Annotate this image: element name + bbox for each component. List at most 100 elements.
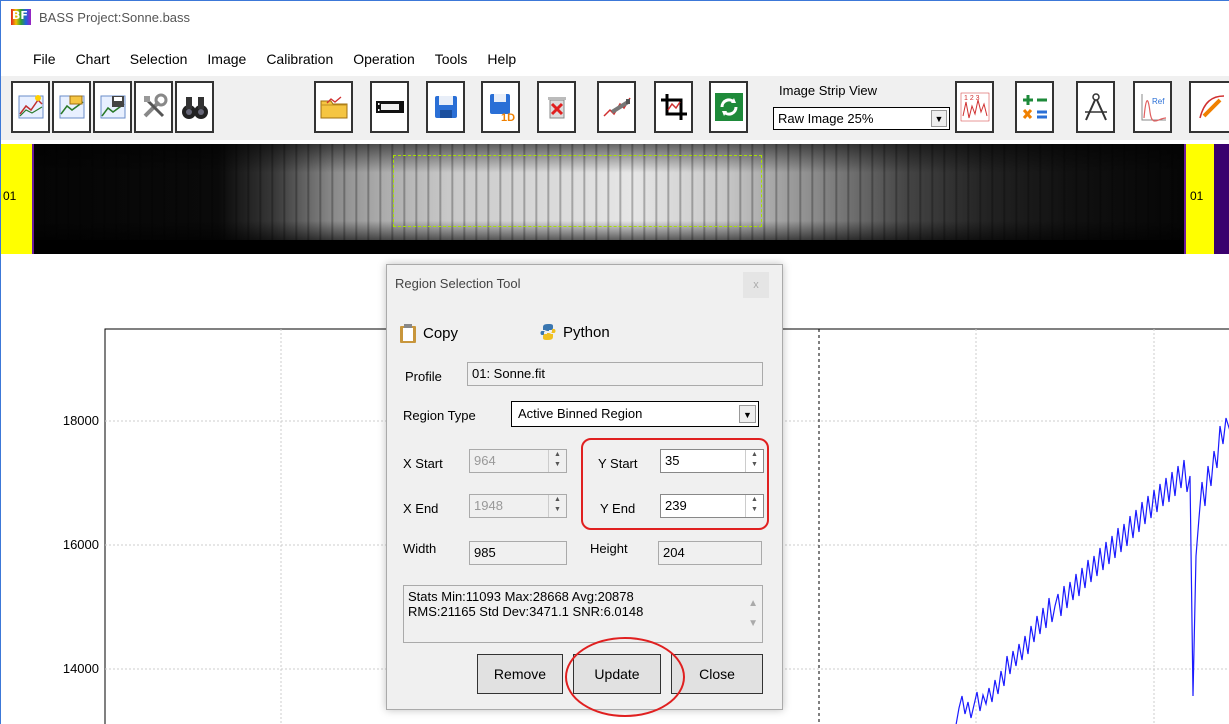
save-chart-icon: [100, 95, 125, 119]
menu-help[interactable]: Help: [477, 45, 526, 73]
reference-icon: Ref: [1141, 94, 1166, 122]
menu-selection[interactable]: Selection: [120, 45, 198, 73]
highlight-annotation: [581, 438, 769, 530]
open-chart-button[interactable]: [52, 81, 91, 133]
numbered-chart-icon: 1 2 3: [960, 92, 989, 122]
calculator-button[interactable]: [1015, 81, 1054, 133]
x-end-input[interactable]: 1948 ▲ ▼: [469, 494, 567, 518]
stats-line: Stats Min:11093 Max:28668 Avg:20878: [408, 589, 634, 604]
film-strip-button[interactable]: [370, 81, 409, 133]
selection-rectangle[interactable]: [393, 155, 762, 227]
python-label: Python: [563, 323, 610, 341]
python-icon: [540, 324, 556, 340]
close-icon: x: [753, 279, 759, 291]
new-chart-icon: [18, 95, 43, 119]
menu-bar: File Chart Selection Image Calibration O…: [1, 45, 1229, 73]
numbered-chart-button[interactable]: 1 2 3: [955, 81, 994, 133]
width-label: Width: [403, 541, 437, 556]
strip-marker-left: 01: [1, 144, 34, 254]
spinner-icon[interactable]: ▲ ▼: [548, 495, 566, 517]
y-tick-label: 18000: [63, 413, 99, 428]
x-start-label: X Start: [403, 456, 443, 471]
strip-marker-right: 01: [1184, 144, 1214, 254]
raw-image-strip[interactable]: [34, 144, 1184, 254]
delete-icon: [547, 97, 566, 119]
save-icon: [434, 96, 457, 118]
toolbar: 1D Image Strip View Raw Image 25% ▼ 1 2 …: [1, 76, 1229, 140]
profile-field: 01: Sonne.fit: [467, 362, 763, 386]
compass-button[interactable]: [1076, 81, 1115, 133]
x-end-label: X End: [403, 501, 439, 516]
strip-label-right: 01: [1190, 189, 1204, 203]
image-strip-view[interactable]: 01 01: [1, 144, 1229, 254]
save-chart-button[interactable]: [93, 81, 132, 133]
height-label: Height: [590, 541, 628, 556]
compass-icon: [1084, 93, 1107, 121]
remove-label: Remove: [493, 666, 547, 682]
strip-label-left: 01: [3, 189, 17, 203]
spinner-icon[interactable]: ▲ ▼: [548, 450, 566, 472]
scrollbar-arrows-icon[interactable]: ▲ ▼: [748, 594, 758, 634]
strip-view-value: Raw Image 25%: [778, 111, 874, 126]
reference-text: Ref: [1152, 97, 1165, 106]
settings-tools-button[interactable]: [134, 81, 173, 133]
reference-button[interactable]: Ref: [1133, 81, 1172, 133]
save-button[interactable]: [426, 81, 465, 133]
app-logo-text: BF: [12, 9, 28, 22]
title-bar: BF BASS Project:Sonne.bass: [1, 1, 1229, 33]
copy-label: Copy: [423, 324, 459, 342]
strip-edge: [1214, 144, 1229, 254]
edit-curve-icon: [602, 97, 631, 117]
svg-text:1 2 3: 1 2 3: [964, 95, 980, 102]
stats-line: RMS:21165 Std Dev:3471.1 SNR:6.0148: [408, 604, 644, 619]
window-title: BASS Project:Sonne.bass: [39, 9, 191, 25]
menu-tools[interactable]: Tools: [425, 45, 478, 73]
delete-button[interactable]: [537, 81, 576, 133]
chevron-down-icon: ▼: [931, 110, 947, 127]
x-start-input[interactable]: 964 ▲ ▼: [469, 449, 567, 473]
save-1d-text: 1D: [501, 112, 515, 122]
settings-tools-icon: [143, 93, 167, 118]
python-button[interactable]: Python: [539, 323, 610, 341]
refresh-icon: [714, 93, 743, 121]
menu-chart[interactable]: Chart: [66, 45, 120, 73]
profile-value: 01: Sonne.fit: [472, 366, 545, 381]
dialog-close-button[interactable]: x: [743, 272, 769, 298]
width-field: 985: [469, 541, 567, 565]
copy-button[interactable]: Copy: [399, 323, 458, 343]
open-chart-icon: [59, 95, 84, 119]
open-folder-button[interactable]: [314, 81, 353, 133]
app-logo-icon: BF: [11, 9, 31, 25]
edit-chart-icon: [1198, 95, 1224, 119]
width-value: 985: [474, 545, 496, 560]
strip-view-label: Image Strip View: [779, 83, 878, 98]
new-chart-button[interactable]: [11, 81, 50, 133]
menu-image[interactable]: Image: [197, 45, 256, 73]
binoculars-button[interactable]: [175, 81, 214, 133]
region-type-select[interactable]: Active Binned Region ▼: [511, 401, 759, 427]
remove-button[interactable]: Remove: [477, 654, 563, 694]
height-field: 204: [658, 541, 762, 565]
stats-textarea[interactable]: Stats Min:11093 Max:28668 Avg:20878 RMS:…: [403, 585, 763, 643]
menu-file[interactable]: File: [1, 45, 66, 73]
height-value: 204: [663, 545, 685, 560]
crop-button[interactable]: [654, 81, 693, 133]
close-label: Close: [699, 666, 735, 682]
strip-view-select[interactable]: Raw Image 25% ▼: [773, 107, 950, 130]
save-1d-button[interactable]: 1D: [481, 81, 520, 133]
edit-curve-button[interactable]: [597, 81, 636, 133]
highlight-annotation: [565, 637, 685, 717]
film-strip-icon: [375, 101, 404, 113]
edit-chart-button[interactable]: [1189, 81, 1229, 133]
y-tick-label: 14000: [63, 661, 99, 676]
main-window: BF BASS Project:Sonne.bass File Chart Se…: [0, 0, 1229, 724]
open-folder-icon: [320, 96, 347, 119]
menu-calibration[interactable]: Calibration: [256, 45, 343, 73]
x-start-value: 964: [474, 453, 496, 468]
menu-operation[interactable]: Operation: [343, 45, 424, 73]
dialog-title: Region Selection Tool: [395, 276, 521, 291]
refresh-button[interactable]: [709, 81, 748, 133]
calculator-icon: [1022, 95, 1047, 119]
binoculars-icon: [181, 97, 208, 119]
region-type-value: Active Binned Region: [518, 406, 643, 421]
